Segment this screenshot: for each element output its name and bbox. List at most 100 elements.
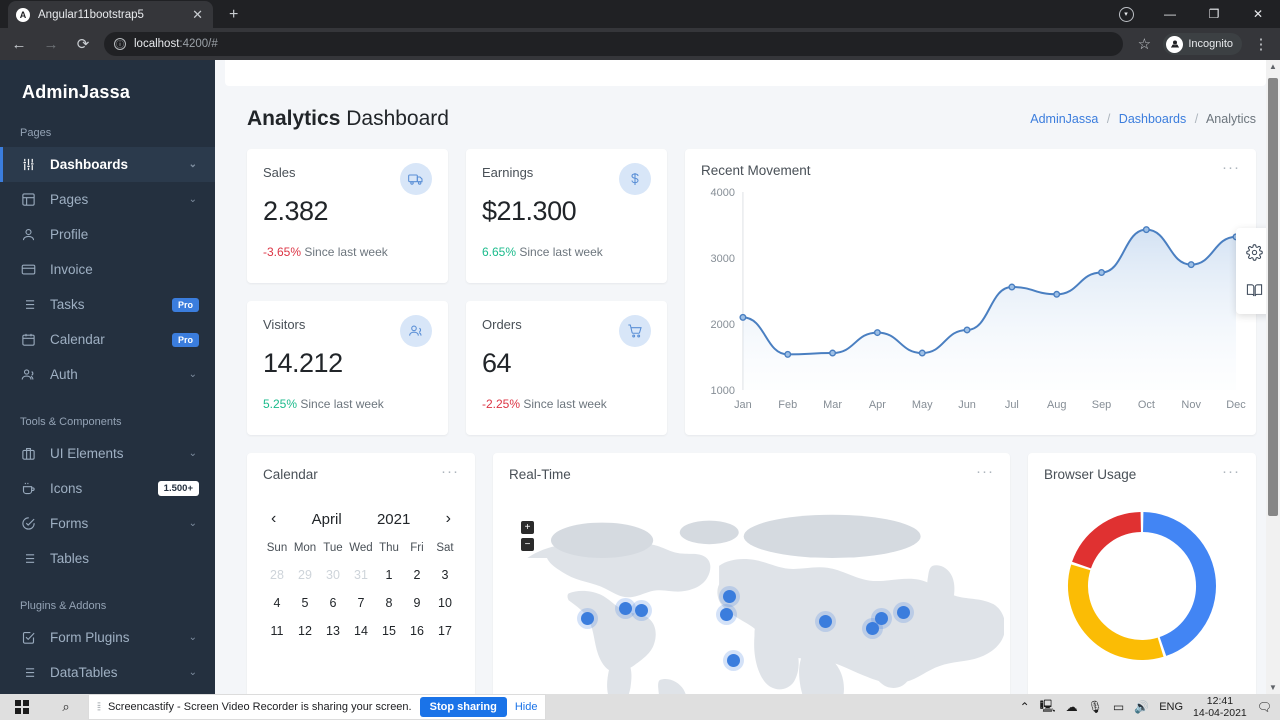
monitor-icon[interactable]: 🖳 [1040,697,1056,718]
page-scrollbar[interactable]: ▲ ▼ [1266,60,1280,694]
card-menu-icon[interactable]: ··· [441,464,459,479]
sidebar-item-calendar[interactable]: Calendar Pro [0,322,215,357]
calendar-dow-header: Sun [266,542,288,554]
sidebar-item-ui-elements[interactable]: UI Elements ⌄ [0,436,215,471]
calendar-day[interactable]: 1 [375,568,403,582]
battery-icon[interactable]: ▭ [1113,700,1124,714]
map-pin[interactable] [619,602,632,615]
donut-segment[interactable] [1142,512,1216,656]
calendar-day[interactable]: 3 [431,568,459,582]
language-indicator[interactable]: ENG [1159,701,1183,713]
stats-and-chart-row: Sales 2.382 -3.65% Since last week Earni… [247,149,1256,435]
tray-expand-icon[interactable]: ⌃ [1020,700,1030,714]
calendar-day[interactable]: 8 [375,596,403,610]
map-pin[interactable] [723,590,736,603]
sidebar-item-dashboards[interactable]: Dashboards ⌄ [0,147,215,182]
sidebar-item-tasks[interactable]: Tasks Pro [0,287,215,322]
search-icon[interactable]: ⌕ [44,699,88,715]
cloud-icon[interactable]: ☁ [1066,700,1078,714]
calendar-day[interactable]: 10 [431,596,459,610]
bookmark-star-icon[interactable]: ☆ [1133,35,1155,53]
stat-card-sales[interactable]: Sales 2.382 -3.65% Since last week [247,149,448,283]
calendar-day[interactable]: 17 [431,624,459,638]
world-map[interactable] [503,497,1006,694]
stat-card-earnings[interactable]: Earnings $21.300 6.65% Since last week [466,149,667,283]
map-pin[interactable] [581,612,594,625]
sidebar-item-forms[interactable]: Forms ⌄ [0,506,215,541]
clock-date: 14-04-2021 [1193,707,1247,719]
calendar-day[interactable]: 6 [319,596,347,610]
profile-chip-icon[interactable]: ▾ [1104,0,1148,28]
map-pin[interactable] [875,612,888,625]
sidebar-item-profile[interactable]: Profile [0,217,215,252]
calendar-day[interactable]: 12 [291,624,319,638]
calendar-day[interactable]: 13 [319,624,347,638]
y-axis-tick: 2000 [711,319,735,331]
map-pin[interactable] [720,608,733,621]
incognito-indicator[interactable]: Incognito [1163,33,1242,55]
map-pin[interactable] [727,654,740,667]
donut-segment[interactable] [1068,564,1164,660]
calendar-day[interactable]: 4 [263,596,291,610]
browser-tab[interactable]: A Angular11bootstrap5 ✕ [8,1,213,28]
sidebar-item-icons[interactable]: Icons 1.500+ [0,471,215,506]
scroll-up-arrow[interactable]: ▲ [1266,60,1280,73]
calendar-day[interactable]: 5 [291,596,319,610]
site-info-icon[interactable]: ⓘ [114,38,126,50]
browser-menu-icon[interactable]: ⋮ [1250,35,1272,53]
calendar-day[interactable]: 15 [375,624,403,638]
card-menu-icon[interactable]: ··· [1222,160,1240,175]
map-pin[interactable] [635,604,648,617]
sidebar-section-label: Tools & Components [20,416,122,428]
back-icon[interactable]: ← [8,36,30,53]
map-pin[interactable] [897,606,910,619]
hide-button[interactable]: Hide [515,701,538,713]
clock[interactable]: 12:41 14-04-2021 [1193,695,1247,719]
windows-icon[interactable] [0,700,44,714]
breadcrumb-dashboards[interactable]: Dashboards [1119,112,1186,126]
stop-sharing-button[interactable]: Stop sharing [419,697,507,717]
calendar-day[interactable]: 30 [319,568,347,582]
scrollbar-thumb[interactable] [1268,78,1278,516]
calendar-prev-icon[interactable]: ‹ [271,510,276,528]
calendar-day[interactable]: 7 [347,596,375,610]
volume-icon[interactable]: 🔊 [1134,700,1149,714]
calendar-day[interactable]: 14 [347,624,375,638]
maximize-button[interactable]: ❐ [1192,0,1236,28]
reload-icon[interactable]: ⟳ [72,35,94,53]
stat-card-visitors[interactable]: Visitors 14.212 5.25% Since last week [247,301,448,435]
calendar-day[interactable]: 9 [403,596,431,610]
chevron-down-icon: ⌄ [188,369,197,380]
sidebar-item-form-plugins[interactable]: Form Plugins ⌄ [0,620,215,655]
forward-icon[interactable]: → [40,36,62,53]
sidebar-item-tables[interactable]: Tables [0,541,215,576]
calendar-day[interactable]: 29 [291,568,319,582]
sidebar-item-pages[interactable]: Pages ⌄ [0,182,215,217]
map-pin[interactable] [819,615,832,628]
address-bar[interactable]: ⓘ localhost:4200/# [104,32,1124,56]
card-menu-icon[interactable]: ··· [976,464,994,479]
minimize-button[interactable]: — [1148,0,1192,28]
show-desktop-button[interactable] [1250,694,1280,720]
calendar-day[interactable]: 11 [263,624,291,638]
card-menu-icon[interactable]: ··· [1222,464,1240,479]
microphone-icon[interactable]: 🎙 [1088,700,1103,714]
window-close-button[interactable]: ✕ [1236,0,1280,28]
calendar-day[interactable]: 28 [263,568,291,582]
stat-card-orders[interactable]: Orders 64 -2.25% Since last week [466,301,667,435]
brand-logo[interactable]: AdminJassa [0,60,215,103]
close-icon[interactable]: ✕ [190,8,205,21]
stat-delta-value: -3.65% [263,245,302,259]
sidebar-item-invoice[interactable]: Invoice [0,252,215,287]
scroll-down-arrow[interactable]: ▼ [1266,681,1280,694]
breadcrumb-root[interactable]: AdminJassa [1030,112,1098,126]
calendar-day[interactable]: 31 [347,568,375,582]
calendar-day[interactable]: 2 [403,568,431,582]
sidebar-item-auth[interactable]: Auth ⌄ [0,357,215,392]
calendar-next-icon[interactable]: › [446,510,451,528]
new-tab-button[interactable]: + [223,6,244,24]
donut-segment[interactable] [1072,512,1142,569]
drag-handle-icon[interactable]: ⦙⦙ [97,701,101,714]
sidebar-item-datatables[interactable]: DataTables ⌄ [0,655,215,690]
calendar-day[interactable]: 16 [403,624,431,638]
